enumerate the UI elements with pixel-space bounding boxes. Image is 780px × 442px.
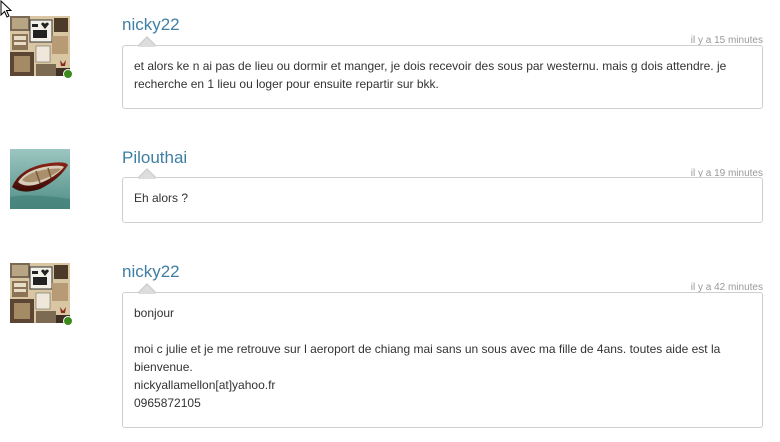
avatar[interactable] — [10, 263, 70, 323]
avatar[interactable] — [10, 149, 70, 209]
email-text: nickyallamellon[at]yahoo.fr — [134, 378, 276, 392]
message-text: moi c julie et je me retrouve sur l aero… — [134, 342, 721, 374]
message-thread: nicky22 il y a 15 minutes et alors ke n … — [0, 0, 780, 442]
message-bubble: et alors ke n ai pas de lieu ou dormir e… — [122, 36, 763, 109]
i-love-ny-avatar-icon — [10, 263, 70, 323]
message-bubble: bonjour moi c julie et je me retrouve su… — [122, 283, 763, 428]
i-love-ny-avatar-icon — [10, 16, 70, 76]
message-text: Eh alors ? — [134, 191, 189, 205]
online-status-indicator — [63, 69, 73, 79]
avatar[interactable] — [10, 16, 70, 76]
username-link[interactable]: Pilouthai — [122, 148, 187, 168]
username-link[interactable]: nicky22 — [122, 15, 180, 35]
phone-text: 0965872105 — [134, 396, 201, 410]
message-text: et alors ke n ai pas de lieu ou dormir e… — [134, 59, 727, 91]
message-bubble: Eh alors ? — [122, 168, 763, 223]
username-link[interactable]: nicky22 — [122, 262, 180, 282]
message-text: bonjour — [134, 306, 175, 320]
rowboat-avatar-icon — [10, 149, 70, 209]
online-status-indicator — [63, 316, 73, 326]
